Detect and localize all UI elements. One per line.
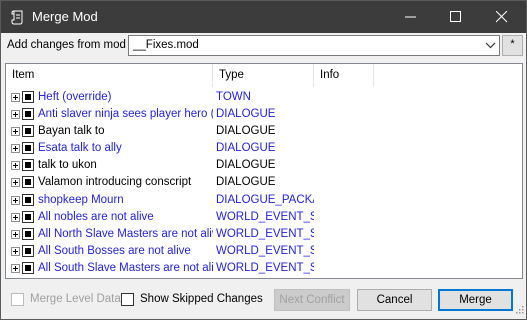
checkbox-fill: [25, 230, 31, 237]
row-checkbox[interactable]: [22, 176, 34, 189]
item-name: All South Slave Masters are not alive: [38, 261, 213, 274]
row-checkbox[interactable]: [22, 227, 34, 240]
scroll-icon: [11, 9, 25, 25]
maximize-button[interactable]: [433, 1, 479, 33]
item-name: Valamon introducing conscript: [38, 176, 192, 189]
mod-select-value: __Fixes.mod: [133, 39, 199, 51]
expand-icon[interactable]: [11, 93, 20, 102]
row-checkbox[interactable]: [22, 261, 34, 274]
maximize-icon: [450, 11, 461, 22]
close-icon: [496, 11, 508, 23]
expand-icon[interactable]: [11, 229, 20, 239]
expand-icon[interactable]: [11, 246, 20, 256]
item-type: TOWN: [216, 91, 251, 103]
mod-label: Add changes from mod: [7, 39, 126, 51]
list-item[interactable]: Bayan talk to DIALOGUE: [6, 123, 522, 140]
expand-icon[interactable]: [11, 195, 20, 205]
expand-icon[interactable]: [11, 212, 20, 222]
item-name: talk to ukon: [38, 159, 97, 172]
row-checkbox[interactable]: [22, 210, 34, 223]
column-header-info[interactable]: Info: [314, 64, 374, 87]
list-item[interactable]: Valamon introducing conscript DIALOGUE: [6, 174, 522, 191]
item-name: Anti slaver ninja sees player hero (joi: [38, 108, 213, 121]
list-rows: Heft (override) TOWN Anti slaver ninja see…: [6, 89, 522, 277]
chevron-down-icon: [485, 40, 496, 54]
item-type: DIALOGUE_PACKA(: [216, 193, 314, 206]
list-header: Item Type Info: [6, 64, 522, 87]
window-title: Merge Mod: [32, 9, 98, 24]
next-conflict-button[interactable]: Next Conflict: [274, 289, 350, 311]
item-type: DIALOGUE: [216, 159, 276, 172]
minimize-icon: [405, 16, 416, 18]
column-header-type[interactable]: Type: [213, 64, 314, 87]
row-checkbox[interactable]: [22, 159, 34, 172]
expand-icon[interactable]: [11, 161, 20, 171]
expand-icon[interactable]: [11, 127, 20, 137]
item-type: WORLD_EVENT_S': [216, 261, 314, 274]
item-name: shopkeep Mourn: [38, 193, 124, 206]
row-checkbox[interactable]: [22, 244, 34, 257]
show-skipped-checkbox[interactable]: [121, 293, 134, 306]
item-name: All North Slave Masters are not alive: [38, 227, 213, 240]
item-name: Bayan talk to: [38, 125, 105, 138]
checkbox-fill: [25, 94, 31, 100]
show-skipped-label: Show Skipped Changes: [140, 293, 263, 305]
list-item[interactable]: Esata talk to ally DIALOGUE: [6, 140, 522, 157]
close-button[interactable]: [479, 1, 525, 33]
expand-icon[interactable]: [11, 110, 20, 120]
checkbox-fill: [25, 145, 31, 152]
merge-level-label: Merge Level Data: [30, 293, 121, 305]
item-type: DIALOGUE: [216, 108, 276, 121]
item-type: WORLD_EVENT_S': [216, 210, 314, 223]
row-checkbox[interactable]: [22, 125, 34, 138]
list-item[interactable]: shopkeep Mourn DIALOGUE_PACKA(: [6, 192, 522, 209]
item-type: DIALOGUE: [216, 142, 276, 155]
item-name: Heft (override): [38, 91, 112, 103]
list-item[interactable]: Heft (override) TOWN: [6, 89, 522, 106]
list-item[interactable]: All nobles are not alive WORLD_EVENT_S': [6, 209, 522, 226]
list-item[interactable]: talk to ukon DIALOGUE: [6, 157, 522, 174]
expand-icon[interactable]: [11, 178, 20, 188]
item-type: DIALOGUE: [216, 125, 276, 138]
item-name: Esata talk to ally: [38, 142, 122, 155]
column-header-item[interactable]: Item: [6, 64, 213, 87]
checkbox-fill: [25, 196, 31, 203]
item-name: All South Bosses are not alive: [38, 244, 191, 257]
row-checkbox[interactable]: [22, 142, 34, 155]
checkbox-fill: [25, 162, 31, 169]
checkbox-fill: [25, 111, 31, 118]
mod-select[interactable]: __Fixes.mod: [128, 35, 500, 56]
checkbox-fill: [25, 128, 31, 135]
row-checkbox[interactable]: [22, 193, 34, 206]
item-type: WORLD_EVENT_S': [216, 244, 314, 257]
item-type: WORLD_EVENT_S': [216, 227, 314, 240]
checkbox-fill: [25, 247, 31, 254]
list-item[interactable]: Anti slaver ninja sees player hero (joi D…: [6, 106, 522, 123]
row-checkbox[interactable]: [22, 108, 34, 121]
list-item[interactable]: All North Slave Masters are not alive WOR…: [6, 226, 522, 243]
merge-level-checkbox[interactable]: [11, 293, 24, 306]
row-checkbox[interactable]: [22, 91, 34, 103]
cancel-button[interactable]: Cancel: [357, 289, 432, 311]
expand-icon[interactable]: [11, 263, 20, 273]
checkbox-fill: [25, 179, 31, 186]
item-type: DIALOGUE: [216, 176, 276, 189]
mod-options-button[interactable]: *: [502, 35, 523, 56]
item-name: All nobles are not alive: [38, 210, 154, 223]
list-item[interactable]: All South Slave Masters are not alive WOR…: [6, 260, 522, 277]
checkbox-fill: [25, 213, 31, 220]
resize-grip-icon[interactable]: [514, 304, 524, 317]
changes-list[interactable]: Item Type Info Heft (override) TOWN Anti s…: [5, 63, 523, 279]
checkbox-fill: [25, 264, 31, 271]
list-item[interactable]: All South Bosses are not alive WORLD_EVEN…: [6, 243, 522, 260]
merge-button[interactable]: Merge: [438, 289, 513, 311]
minimize-button[interactable]: [388, 1, 434, 33]
title-bar[interactable]: Merge Mod: [1, 1, 526, 33]
merge-mod-window: Merge Mod Add changes from mod __Fixes.m…: [0, 0, 527, 320]
expand-icon[interactable]: [11, 144, 20, 154]
